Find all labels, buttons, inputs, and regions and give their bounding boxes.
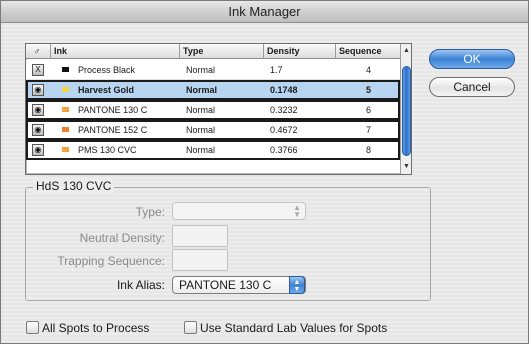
spot-ink-icon[interactable]: ◉ (32, 104, 44, 116)
spot-ink-icon[interactable]: ◉ (32, 124, 44, 136)
cancel-button[interactable]: Cancel (429, 77, 515, 97)
popup-arrows-icon[interactable]: ▲ ▼ (289, 276, 305, 294)
ok-button[interactable]: OK (429, 49, 515, 69)
scroll-down-icon[interactable]: ▼ (401, 161, 412, 173)
table-header: ♂ Ink Type Density Sequence (26, 44, 400, 59)
type-label: Type: (135, 205, 165, 219)
ink-sequence: 7 (366, 125, 372, 135)
ink-type: Normal (186, 85, 218, 95)
use-standard-lab-values-label[interactable]: Use Standard Lab Values for Spots (200, 321, 387, 335)
ink-sequence: 8 (366, 145, 372, 155)
ink-swatch-icon (62, 147, 69, 152)
ink-type: Normal (186, 125, 216, 135)
ink-name: Process Black (78, 65, 136, 75)
spot-ink-icon[interactable]: ◉ (32, 84, 44, 96)
ink-swatch-icon (62, 87, 69, 92)
ink-density: 0.3766 (270, 145, 298, 155)
column-header-type[interactable]: Type (179, 44, 262, 59)
scrollbar-thumb[interactable] (402, 66, 411, 156)
neutral-density-field (172, 225, 228, 247)
ink-density: 0.4672 (270, 125, 298, 135)
ink-sequence: 4 (366, 65, 372, 75)
ink-type: Normal (186, 105, 216, 115)
spot-ink-icon[interactable]: ◉ (32, 144, 44, 156)
neutral-density-label: Neutral Density: (79, 231, 165, 245)
popup-arrows-icon: ▲ ▼ (293, 203, 301, 219)
table-scrollbar[interactable]: ▲ ▼ (400, 44, 411, 174)
ink-type: Normal (186, 65, 216, 75)
process-ink-icon[interactable]: X (32, 64, 44, 76)
trapping-sequence-label: Trapping Sequence: (57, 254, 165, 268)
column-header-icon[interactable]: ♂ (26, 44, 48, 59)
all-spots-to-process-checkbox[interactable] (26, 321, 39, 334)
ink-type: Normal (186, 145, 216, 155)
use-standard-lab-values-checkbox[interactable] (184, 321, 197, 334)
all-spots-to-process-label[interactable]: All Spots to Process (42, 321, 149, 335)
trapping-sequence-field (172, 249, 228, 271)
column-header-ink[interactable]: Ink (50, 44, 178, 59)
table-row[interactable]: ◉ PMS 130 CVC Normal 0.3766 8 (26, 140, 400, 160)
ink-alias-value: PANTONE 130 C (179, 278, 272, 292)
group-title: HdS 130 CVC (33, 179, 115, 193)
ink-alias-label: Ink Alias: (116, 278, 165, 292)
ink-name: PANTONE 152 C (78, 125, 148, 135)
ink-name: PANTONE 130 C (78, 105, 148, 115)
ink-swatch-icon (62, 107, 69, 112)
ink-swatch-icon (62, 67, 69, 72)
table-row[interactable]: ◉ PANTONE 152 C Normal 0.4672 7 (26, 120, 400, 140)
ink-density: 0.3232 (270, 105, 298, 115)
ink-sequence: 5 (366, 85, 372, 95)
ink-density: 1.7 (270, 65, 283, 75)
ink-alias-popup[interactable]: PANTONE 130 C ▲ ▼ (172, 276, 306, 294)
type-popup: ▲ ▼ (172, 202, 306, 220)
table-row[interactable]: ◉ PANTONE 130 C Normal 0.3232 6 (26, 100, 400, 120)
table-row[interactable]: ◉ Harvest Gold Normal 0.1748 5 (26, 80, 400, 100)
ink-name: Harvest Gold (78, 85, 135, 95)
window-title: Ink Manager (1, 1, 528, 23)
ink-table: ♂ Ink Type Density Sequence X Process Bl… (25, 43, 412, 175)
table-row[interactable]: X Process Black Normal 1.7 4 (26, 60, 400, 80)
ink-swatch-icon (62, 127, 69, 132)
ink-density: 0.1748 (270, 85, 298, 95)
ink-name: PMS 130 CVC (78, 145, 137, 155)
scroll-up-icon[interactable]: ▲ (401, 45, 412, 57)
ink-manager-dialog: Ink Manager ♂ Ink Type Density Sequence … (0, 0, 529, 344)
column-header-density[interactable]: Density (263, 44, 334, 59)
column-header-sequence[interactable]: Sequence (335, 44, 400, 59)
ink-sequence: 6 (366, 105, 372, 115)
